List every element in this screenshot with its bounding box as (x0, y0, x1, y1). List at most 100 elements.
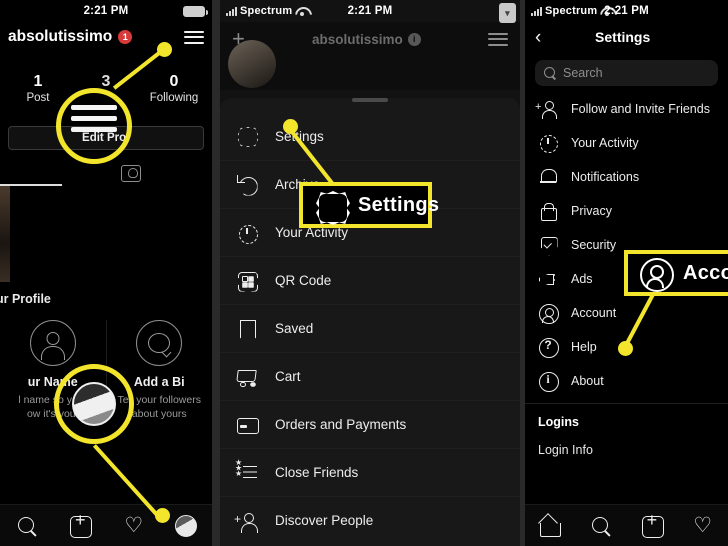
bookmark-icon (236, 318, 258, 340)
credit-card-icon (236, 414, 259, 436)
settings-item-follow-label: Follow and Invite Friends (571, 102, 710, 116)
card-add-name[interactable]: ur Name l name so your ow it's you. (0, 320, 106, 421)
profile-username: absolutissimo (8, 28, 113, 45)
stat-followers-count: 3 (101, 73, 111, 90)
nav-profile-avatar[interactable] (175, 514, 198, 537)
stat-following-label: Following (149, 92, 199, 104)
menu-item-qr-code-label: QR Code (275, 273, 332, 288)
settings-item-notifications-label: Notifications (571, 170, 640, 184)
menu-item-your-activity-label: Your Activity (275, 225, 349, 240)
menu-item-orders-and-payments[interactable]: Orders and Payments (220, 400, 520, 448)
shield-check-icon (538, 235, 558, 255)
nav-home-icon[interactable] (538, 514, 562, 538)
card-add-bio-sub-1: Tell your followers (117, 394, 201, 406)
profile-photo-grid[interactable] (0, 186, 212, 282)
menu-item-saved[interactable]: Saved (220, 304, 520, 352)
menu-item-close-friends[interactable]: Close Friends (220, 448, 520, 496)
stat-posts-label: Post (26, 92, 50, 104)
mid-username-label: absolutissimo (312, 31, 403, 47)
add-person-icon: + (535, 99, 558, 119)
left-phone-panel: 2:21 PM absolutissimo 1 1 Post 3 0 Follo… (0, 0, 212, 546)
card-add-name-title: ur Name (27, 375, 78, 389)
menu-item-discover-people[interactable]: + Discover People (220, 496, 520, 544)
stat-posts-count: 1 (33, 73, 43, 90)
menu-item-settings[interactable]: Settings (220, 112, 520, 160)
megaphone-icon (538, 269, 558, 289)
right-status-time: 2:21 PM (604, 5, 649, 17)
complete-profile-heading: ur Profile (0, 292, 51, 306)
close-friends-list-icon (235, 459, 258, 484)
menu-item-qr-code[interactable]: QR Code (220, 256, 520, 304)
mid-hamburger-menu-icon[interactable] (488, 32, 508, 46)
search-input[interactable]: Search (535, 60, 718, 86)
search-icon (544, 67, 556, 79)
settings-item-privacy-label: Privacy (571, 204, 612, 218)
mid-status-bar: Spectrum 2:21 PM ▾ (220, 0, 520, 23)
settings-bottom-sheet: Settings Archive Your Activity QR Code S… (220, 98, 520, 546)
screenshot-stage: 2:21 PM absolutissimo 1 1 Post 3 0 Follo… (0, 0, 728, 546)
grid-photo-1[interactable] (0, 186, 10, 282)
settings-item-account-label: Account (571, 306, 617, 320)
card-add-name-sub-1: l name so your (18, 394, 88, 406)
notification-badge: 1 (118, 30, 133, 44)
battery-icon (183, 5, 208, 17)
qr-code-icon (236, 270, 258, 292)
settings-item-activity-label: Your Activity (571, 136, 639, 150)
info-badge-icon: i (407, 32, 421, 46)
search-placeholder: Search (563, 66, 603, 80)
settings-item-login-info[interactable]: Login Info (525, 429, 728, 457)
mid-phone-panel: Spectrum 2:21 PM ▾ + absolutissimo i Set… (220, 0, 520, 546)
settings-item-ads[interactable]: Ads (525, 262, 728, 296)
help-circle-icon (538, 337, 559, 358)
stat-following-count: 0 (169, 73, 179, 90)
mid-profile-avatar (228, 40, 276, 88)
stat-posts[interactable]: 1 Post (4, 72, 72, 104)
menu-item-discover-people-label: Discover People (275, 513, 374, 528)
account-circle-icon (538, 303, 559, 324)
stat-following[interactable]: 0 Following (140, 72, 208, 104)
menu-item-your-activity[interactable]: Your Activity (220, 208, 520, 256)
menu-item-archive[interactable]: Archive (220, 160, 520, 208)
info-circle-icon (538, 371, 559, 392)
nav-search-icon[interactable] (15, 514, 39, 538)
settings-item-security[interactable]: Security (525, 228, 728, 262)
stat-followers[interactable]: 3 (72, 72, 140, 104)
page-title: Settings (595, 29, 651, 45)
scroll-indicator-icon[interactable]: ▾ (499, 3, 516, 23)
nav-heart-icon[interactable]: ♡ (122, 514, 146, 538)
sheet-grabber-handle[interactable] (352, 98, 388, 102)
settings-section-logins: Logins (538, 415, 579, 429)
settings-item-follow-and-invite-friends[interactable]: + Follow and Invite Friends (525, 92, 728, 126)
add-person-icon: + (234, 510, 258, 533)
person-icon (29, 320, 76, 366)
settings-item-about[interactable]: About (525, 364, 728, 398)
left-status-time: 2:21 PM (83, 5, 129, 17)
settings-item-notifications[interactable]: Notifications (525, 160, 728, 194)
left-bottom-nav: ♡ (0, 504, 212, 546)
settings-item-ads-label: Ads (571, 272, 593, 286)
settings-item-your-activity[interactable]: Your Activity (525, 126, 728, 160)
card-add-name-sub-2: ow it's you. (26, 408, 79, 421)
grid-photo-2[interactable] (10, 186, 212, 282)
lock-icon (538, 201, 558, 221)
menu-item-close-friends-label: Close Friends (275, 465, 359, 480)
nav-plus-icon[interactable] (68, 510, 93, 538)
menu-item-cart[interactable]: Cart (220, 352, 520, 400)
edit-profile-button[interactable]: Edit Prof (8, 126, 204, 150)
card-add-bio-title: Add a Bi (133, 375, 185, 389)
card-add-bio[interactable]: Add a Bi Tell your followers about yours (105, 320, 213, 422)
nav-plus-icon[interactable] (640, 510, 664, 538)
profile-tab-row (0, 160, 212, 186)
settings-item-help[interactable]: Help (525, 330, 728, 364)
settings-item-security-label: Security (571, 238, 617, 252)
left-status-bar: 2:21 PM (0, 0, 212, 22)
settings-item-about-label: About (571, 374, 604, 388)
settings-item-privacy[interactable]: Privacy (525, 194, 728, 228)
settings-item-account[interactable]: Account (525, 296, 728, 330)
tagged-photos-icon[interactable] (121, 164, 141, 182)
hamburger-menu-icon[interactable] (184, 30, 204, 44)
archive-clock-icon (236, 174, 258, 196)
nav-heart-icon[interactable]: ♡ (691, 514, 715, 538)
nav-search-icon[interactable] (589, 514, 613, 538)
profile-suggestion-cards: ur Name l name so your ow it's you. Add … (0, 320, 213, 422)
